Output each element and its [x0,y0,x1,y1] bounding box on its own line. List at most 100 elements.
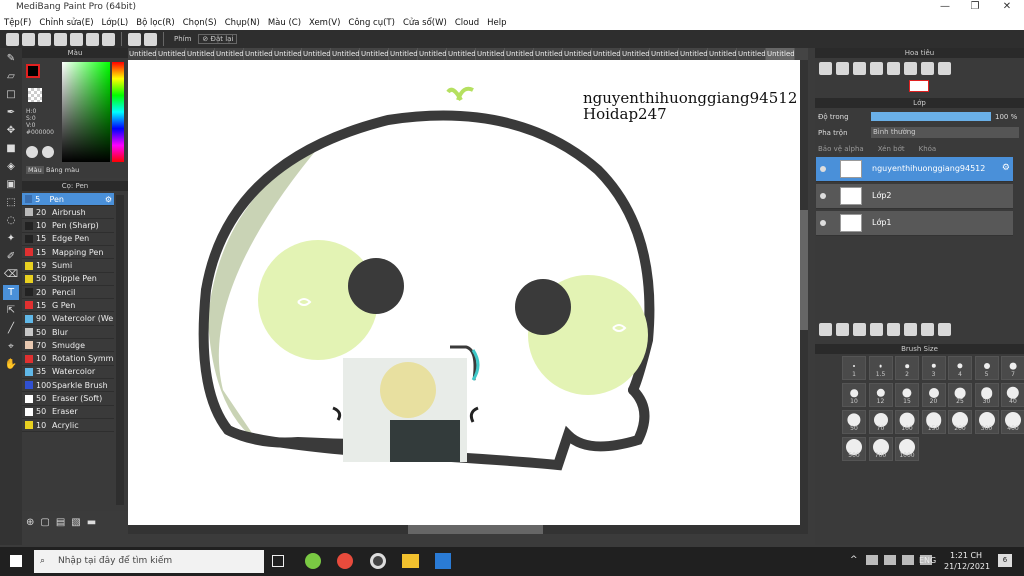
tab-untitled[interactable]: Untitled [592,48,621,60]
brush-item[interactable]: 50 Eraser [22,406,114,419]
panel-icon[interactable] [102,32,115,46]
visibility-icon[interactable] [820,220,826,226]
undo-icon[interactable] [128,32,141,46]
foreground-color-swatch[interactable] [26,64,40,78]
reset-button[interactable]: ⊘ Đặt lại [198,34,238,44]
grid-icon[interactable] [54,32,67,46]
visibility-icon[interactable] [820,166,826,172]
brush-size-option[interactable]: 15 [895,383,919,407]
select-pen-tool-icon[interactable]: ✐ [3,249,19,264]
tab-palette[interactable]: Bảng màu [44,166,81,174]
notification-icon[interactable]: 6 [998,554,1012,567]
new-brush-icon[interactable]: ▢ [40,517,49,528]
menu-help[interactable]: Help [487,18,506,28]
brush-size-option[interactable]: 300 [974,410,999,434]
menu-file[interactable]: Tệp(F) [4,18,31,28]
menu-window[interactable]: Cửa sổ(W) [403,18,447,28]
bucket-tool-icon[interactable]: ◈ [3,159,19,174]
brush-item[interactable]: 50 Stipple Pen [22,273,114,286]
photos-icon[interactable] [435,553,451,569]
brush-item[interactable]: 50 Eraser (Soft) [22,393,114,406]
brush-size-option[interactable]: 1.5 [868,356,893,380]
menu-select[interactable]: Chọn(S) [183,18,217,28]
brush-size-option[interactable]: 7 [1001,356,1024,380]
layer-settings-gear-icon[interactable]: ⚙ [1002,163,1010,173]
duplicate-layer-icon[interactable] [836,323,849,336]
app-icon-3[interactable] [370,553,386,569]
windows-start-icon[interactable] [10,555,22,567]
brush-size-option[interactable]: 40 [1001,383,1024,407]
menu-cloud[interactable]: Cloud [455,18,479,28]
tab-untitled[interactable]: Untitled [737,48,766,60]
merge-layer-icon[interactable] [904,323,917,336]
menu-edit[interactable]: Chỉnh sửa(E) [39,18,93,28]
cloud-icon[interactable] [6,32,19,46]
brush-item[interactable]: 19 Sumi [22,260,114,273]
brush-size-option[interactable]: 70 [868,410,893,434]
palette-icon[interactable] [26,146,38,158]
brush-size-option[interactable]: 4 [948,356,972,380]
zoom-in-icon[interactable] [819,62,832,75]
file-explorer-icon[interactable] [402,554,419,568]
add-brush-icon[interactable]: ⊕ [26,517,34,528]
tab-untitled[interactable]: Untitled [418,48,447,60]
select-tool-icon[interactable]: ⬚ [3,195,19,210]
brush-size-option[interactable]: 20 [921,383,946,407]
saturation-value-picker[interactable] [62,62,110,162]
tab-untitled[interactable]: Untitled [302,48,331,60]
menu-color[interactable]: Màu (C) [268,18,301,28]
visibility-icon[interactable] [820,193,826,199]
brush-item[interactable]: 50 Blur [22,326,114,339]
divide-tool-icon[interactable]: ╱ [3,321,19,336]
clip-checkbox[interactable]: Xén bớt [878,145,905,153]
eraser-tool-icon[interactable]: ▱ [3,69,19,84]
brush-item[interactable]: 70 Smudge [22,339,114,353]
tab-untitled[interactable]: Untitled [621,48,650,60]
brush-item[interactable]: 10 Pen (Sharp) [22,220,114,233]
transparent-color-swatch[interactable] [28,88,42,102]
export-icon[interactable] [22,32,35,46]
flip-icon[interactable] [904,62,917,75]
brush-size-option[interactable]: 50 [842,410,866,434]
tab-color[interactable]: Màu [26,166,44,174]
tab-untitled[interactable]: Untitled [708,48,737,60]
redo-icon[interactable] [144,32,157,46]
tray-chevron-icon[interactable]: ^ [850,555,858,565]
navigator-preview[interactable] [909,80,929,92]
task-view-icon[interactable] [272,555,284,567]
protect-alpha-checkbox[interactable]: Bảo vệ alpha [818,145,864,153]
hand-tool-icon[interactable]: ✋ [3,357,19,372]
brush-size-option[interactable]: 10 [842,383,866,407]
rotate-right-icon[interactable] [921,62,934,75]
fill-rect-tool-icon[interactable]: ■ [3,141,19,156]
app-icon-1[interactable] [305,553,321,569]
hue-slider[interactable] [112,62,124,162]
layer-settings-icon[interactable] [921,323,934,336]
tray-icon-1[interactable] [866,555,878,565]
lock-checkbox[interactable]: Khóa [919,145,937,153]
menu-layer[interactable]: Lớp(L) [102,18,129,28]
canvas-vertical-scrollbar[interactable] [800,60,808,525]
brush-size-option[interactable]: 200 [948,410,972,434]
layer-row[interactable]: nguyenthihuonggiang94512 ⚙ [816,157,1013,182]
tab-untitled[interactable]: Untitled [128,48,157,60]
menu-tools[interactable]: Công cụ(T) [348,18,395,28]
canvas-horizontal-scrollbar[interactable] [128,525,808,534]
tab-untitled[interactable]: Untitled [389,48,418,60]
operation-tool-icon[interactable]: ⇱ [3,303,19,318]
tab-untitled[interactable]: Untitled [563,48,592,60]
brush-item[interactable]: 10 Rotation Symm [22,353,114,366]
brush-size-option[interactable]: 12 [868,383,893,407]
tab-untitled[interactable]: Untitled [157,48,186,60]
brush-item[interactable]: 20 Pencil [22,286,114,300]
reset-view-icon[interactable] [938,62,951,75]
brush-size-option[interactable]: 150 [921,410,946,434]
new-layer-icon[interactable] [819,323,832,336]
brush-tool-icon[interactable]: ✎ [3,51,19,66]
copy-brush-icon[interactable]: ▧ [71,517,80,528]
brush-item[interactable]: 100 Sparkle Brush [22,379,114,393]
close-button[interactable]: ✕ [992,1,1022,12]
brush-item[interactable]: 10 Acrylic [22,419,114,433]
layer-row[interactable]: Lớp1 [816,211,1013,236]
brush-size-option[interactable]: 3 [921,356,946,380]
